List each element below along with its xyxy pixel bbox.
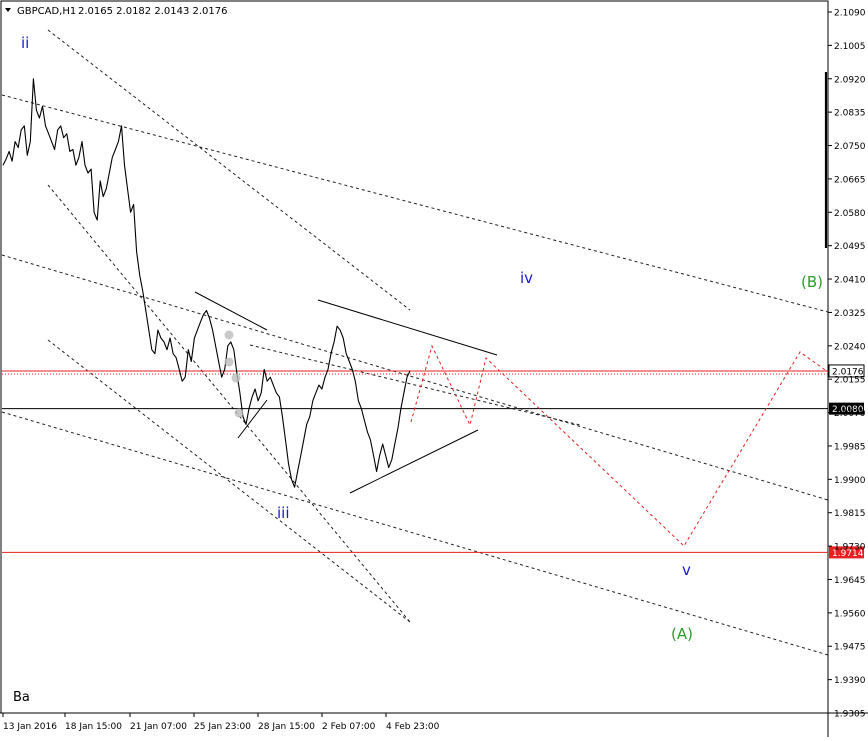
y-tick-label: 2.0665 <box>834 175 866 185</box>
marker-dot-3 <box>231 373 241 383</box>
chart-watermark: Ba <box>13 690 30 705</box>
y-tick-label: 1.9560 <box>834 609 866 619</box>
x-tick-label: 4 Feb 23:00 <box>386 722 440 732</box>
x-tick-label: 21 Jan 07:00 <box>130 722 187 732</box>
x-tick-label: 28 Jan 15:00 <box>258 722 315 732</box>
y-tick-label: 2.0580 <box>834 209 866 219</box>
y-tick-label: 2.0070 <box>834 409 866 419</box>
x-tick-label: 2 Feb 07:00 <box>322 722 376 732</box>
y-tick-label: 2.0920 <box>834 75 866 85</box>
x-tick-label: 13 Jan 2016 <box>3 722 57 732</box>
wave-label-B: (B) <box>801 273 823 291</box>
y-tick-label: 2.0325 <box>834 309 866 319</box>
y-tick-label: 1.9305 <box>834 710 866 720</box>
symbol-timeframe: GBPCAD,H1 <box>17 6 76 17</box>
y-tick-label: 1.9985 <box>834 442 866 452</box>
y-tick-label: 1.9390 <box>834 676 866 686</box>
wave-label-iv: iv <box>520 269 533 287</box>
y-tick-label: 2.1090 <box>834 9 866 19</box>
x-tick-label: 25 Jan 23:00 <box>194 722 251 732</box>
wave-label-ii: ii <box>21 34 29 52</box>
wave-label-v: v <box>682 561 691 579</box>
marker-dot-1 <box>224 330 234 340</box>
y-tick-label: 2.0750 <box>834 142 866 152</box>
wave-label-iii: iii <box>277 504 290 522</box>
y-tick-label: 2.1005 <box>834 42 866 52</box>
x-tick-label: 18 Jan 15:00 <box>65 722 122 732</box>
y-tick-label: 1.9900 <box>834 476 866 486</box>
y-tick-label: 2.0835 <box>834 109 866 119</box>
y-tick-label: 1.9475 <box>834 643 866 653</box>
y-tick-label: 2.0495 <box>834 242 866 252</box>
y-tick-label: 1.9645 <box>834 576 866 586</box>
marker-dot-4 <box>234 408 244 418</box>
y-tick-label: 2.0155 <box>834 376 866 386</box>
chart-canvas[interactable]: GBPCAD,H1 2.0165 2.0182 2.0143 2.0176 2.… <box>0 0 868 737</box>
wave-label-A: (A) <box>671 625 693 643</box>
y-tick-label: 2.0410 <box>834 276 866 286</box>
y-tick-label: 1.9730 <box>834 543 866 553</box>
marker-dot-2 <box>224 357 234 367</box>
price-chart[interactable]: GBPCAD,H1 2.0165 2.0182 2.0143 2.0176 2.… <box>0 0 868 737</box>
y-tick-label: 1.9815 <box>834 509 866 519</box>
y-tick-label: 2.0240 <box>834 342 866 352</box>
ohlc-values: 2.0165 2.0182 2.0143 2.0176 <box>78 6 228 17</box>
